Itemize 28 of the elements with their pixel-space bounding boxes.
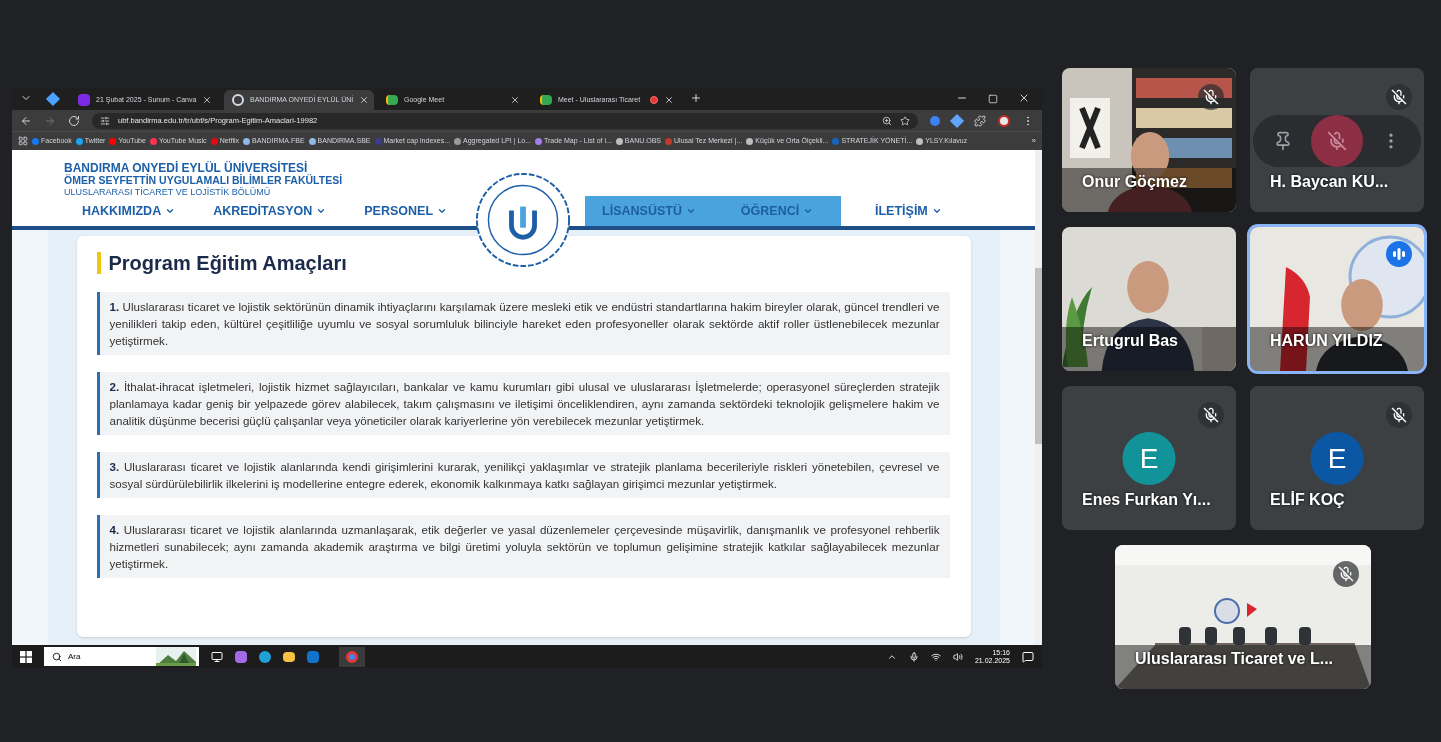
- avatar: E: [1310, 432, 1364, 485]
- participant-name: Uluslararası Ticaret ve L...: [1135, 649, 1334, 669]
- participant-tile[interactable]: Uluslararası Ticaret ve L...: [1115, 545, 1371, 689]
- participant-tile[interactable]: Ertugrul Bas: [1062, 227, 1236, 371]
- objective-text: 4. Uluslararası ticaret ve lojistik alanlarında uzmanlaşarak, etik değerler ve yasal düzenlemeler çerçevesinde müşavirlik, danışmanlık ve profesyonel rehberlik hizmetleri sunabilecek; aynı zamanda akademik araştırma ve bilgi üretimi yoluyla sektörün ve toplumun gelişimine stratejik katkılar sağlayabilecek mezunlar yetiştirmek.: [96, 515, 950, 578]
- participant-name: ELİF KOÇ: [1270, 490, 1345, 510]
- participant-tile[interactable]: E ELİF KOÇ: [1250, 386, 1424, 530]
- nav-menu-item[interactable]: HAKKIMIZDA: [74, 196, 184, 226]
- participant-tile[interactable]: Onur Göçmez: [1062, 68, 1236, 212]
- participant-name: Enes Furkan Yı...: [1082, 490, 1211, 510]
- participant-tile[interactable]: E Enes Furkan Yı...: [1062, 386, 1236, 530]
- header-title: ULUSLARARASI TİCARET VE LOJİSTİK BÖLÜMÜ: [64, 186, 272, 198]
- more-bookmarks[interactable]: »: [1031, 135, 1036, 147]
- objective-text: 2. İthalat-ihracat işletmeleri, lojistik hizmet sağlayıcıları, bankalar ve kamu kurumları gibi ulusal ve uluslararası İşletmelerde; operasyonel süreçlerden stratejik planlamaya kadar geniş bir yelpazede görev alabilecek, takım çalışmasını ve iletişimi önceliklendiren, aynı zamanda sektördeki teknolojik gelişmelere hakim ve analitik düşünme becerisi güçlü çalışanlar veya yöneticiler olarak kariyerlerine yön verebilecek mezunlar yetiştirmek.: [96, 372, 950, 435]
- nav-menu-item[interactable]: AKREDİTASYON: [205, 196, 335, 226]
- participant-name: Onur Göçmez: [1082, 172, 1187, 192]
- nav-menu-item[interactable]: İLETİŞİM: [867, 196, 950, 226]
- taskbar-search-field[interactable]: Ara: [44, 647, 199, 666]
- participant-name: Ertugrul Bas: [1082, 331, 1178, 351]
- objective-text: 1. Uluslararası ticaret ve lojistik sektörünün dinamik ihtiyaçlarını karşılamak üzere mesleki etik ve endüstri standartlarına hakim bireyler olarak, güncel trendleri ve yenilikleri takip eden, kültürel çeşitliliğe uyumlu ve sosyal sorumluluk bilinciyle hareket eden profesyoneller olarak sektörde aktif roller üstlenebilecek mezunlar yetiştirmek.: [96, 292, 950, 355]
- header-title: BANDIRMA ONYEDİ EYLÜL ÜNİVERSİTESİ: [64, 162, 308, 174]
- nav-menu-item[interactable]: PERSONEL: [356, 196, 456, 226]
- participant-tile[interactable]: H. Baycan KU...: [1250, 68, 1424, 212]
- participant-name: H. Baycan KU...: [1270, 172, 1389, 192]
- page-title: Program Eğitim Amaçları: [108, 251, 347, 276]
- header-title: ÖMER SEYFETTİN UYGULAMALI BİLİMLER FAKÜLTESİ: [64, 174, 344, 186]
- avatar: E: [1122, 432, 1176, 485]
- objective-text: 3. Uluslararası ticaret ve lojistik alanlarında kendi girişimlerini kurarak, yenilikçi yaklaşımlar ve stratejik planlama becerileriyle riskleri yönetebilen, çevresel ve sosyal sürdürülebilirlik ilkelerini iş modellerine entegre ederek, ekonomik kalkınmaya katkı sağlayan girişimci mezunlar yetiştirmek.: [96, 452, 950, 498]
